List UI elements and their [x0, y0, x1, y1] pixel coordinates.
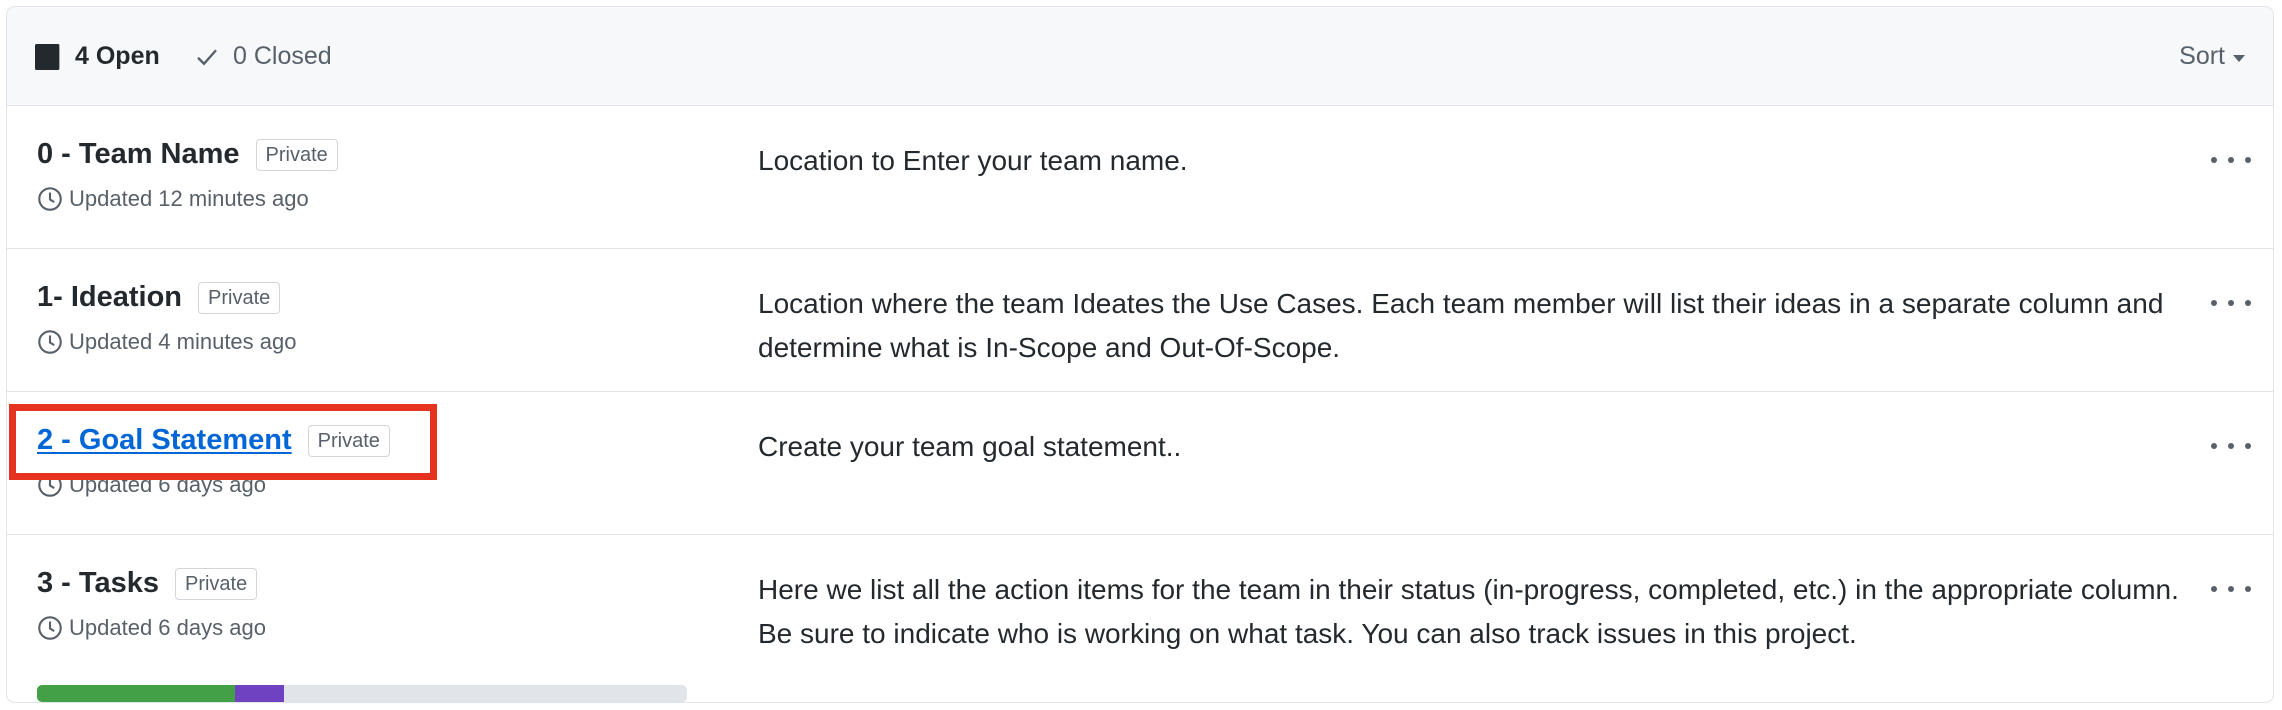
project-title-line: 2 - Goal Statement Private	[37, 424, 390, 457]
project-row: 0 - Team Name Private Updated 12 minutes…	[7, 106, 2273, 249]
project-title-line: 1- Ideation Private	[37, 281, 281, 314]
project-row: 1- Ideation Private Updated 4 minutes ag…	[7, 249, 2273, 392]
project-title-line: 3 - Tasks Private	[37, 567, 258, 600]
project-description: Here we list all the action items for th…	[758, 574, 2179, 649]
visibility-badge: Private	[255, 138, 338, 171]
visibility-badge: Private	[198, 281, 281, 314]
sort-dropdown[interactable]: Sort	[2179, 7, 2245, 106]
progress-in-progress-segment	[235, 685, 284, 702]
visibility-badge: Private	[307, 424, 390, 457]
open-filter-tab[interactable]: 4 Open	[35, 7, 160, 106]
open-count-label: 4 Open	[75, 42, 160, 70]
project-progress-bar	[37, 685, 687, 702]
updated-text: Updated 6 days ago	[69, 472, 266, 497]
project-description: Location to Enter your team name.	[758, 145, 1188, 176]
clock-icon	[38, 473, 62, 497]
kebab-menu-icon[interactable]	[2211, 150, 2251, 170]
updated-text: Updated 12 minutes ago	[69, 186, 309, 211]
kebab-menu-icon[interactable]	[2211, 293, 2251, 313]
closed-count-label: 0 Closed	[233, 42, 332, 70]
updated-text: Updated 4 minutes ago	[69, 329, 297, 354]
clock-icon	[38, 616, 62, 640]
clock-icon	[38, 330, 62, 354]
project-row: 3 - Tasks Private Updated 6 days ago Her…	[7, 535, 2273, 702]
project-title-link[interactable]: 0 - Team Name	[37, 138, 240, 171]
project-description: Location where the team Ideates the Use …	[758, 288, 2164, 363]
updated-timestamp: Updated 6 days ago	[37, 472, 266, 498]
visibility-badge: Private	[174, 567, 258, 600]
check-icon	[197, 48, 217, 65]
project-title-link[interactable]: 1- Ideation	[37, 281, 182, 314]
project-title-link[interactable]: 3 - Tasks	[37, 567, 159, 600]
sort-label: Sort	[2179, 42, 2225, 70]
project-board-icon	[35, 43, 60, 70]
kebab-menu-icon[interactable]	[2211, 436, 2251, 456]
projects-header: 4 Open 0 Closed Sort	[7, 7, 2273, 106]
project-title-line: 0 - Team Name Private	[37, 138, 338, 171]
updated-timestamp: Updated 12 minutes ago	[37, 186, 309, 212]
progress-done-segment	[37, 685, 236, 702]
updated-timestamp: Updated 6 days ago	[37, 615, 266, 641]
project-row: 2 - Goal Statement Private Updated 6 day…	[7, 392, 2273, 535]
project-description: Create your team goal statement..	[758, 431, 1182, 462]
projects-list: 4 Open 0 Closed Sort 0 - Team Name Priva…	[6, 6, 2274, 703]
kebab-menu-icon[interactable]	[2211, 579, 2251, 599]
updated-text: Updated 6 days ago	[69, 615, 266, 640]
closed-filter-tab[interactable]: 0 Closed	[195, 7, 332, 106]
project-title-link[interactable]: 2 - Goal Statement	[37, 424, 292, 457]
clock-icon	[38, 187, 62, 211]
updated-timestamp: Updated 4 minutes ago	[37, 329, 297, 355]
caret-down-icon	[2233, 55, 2245, 62]
